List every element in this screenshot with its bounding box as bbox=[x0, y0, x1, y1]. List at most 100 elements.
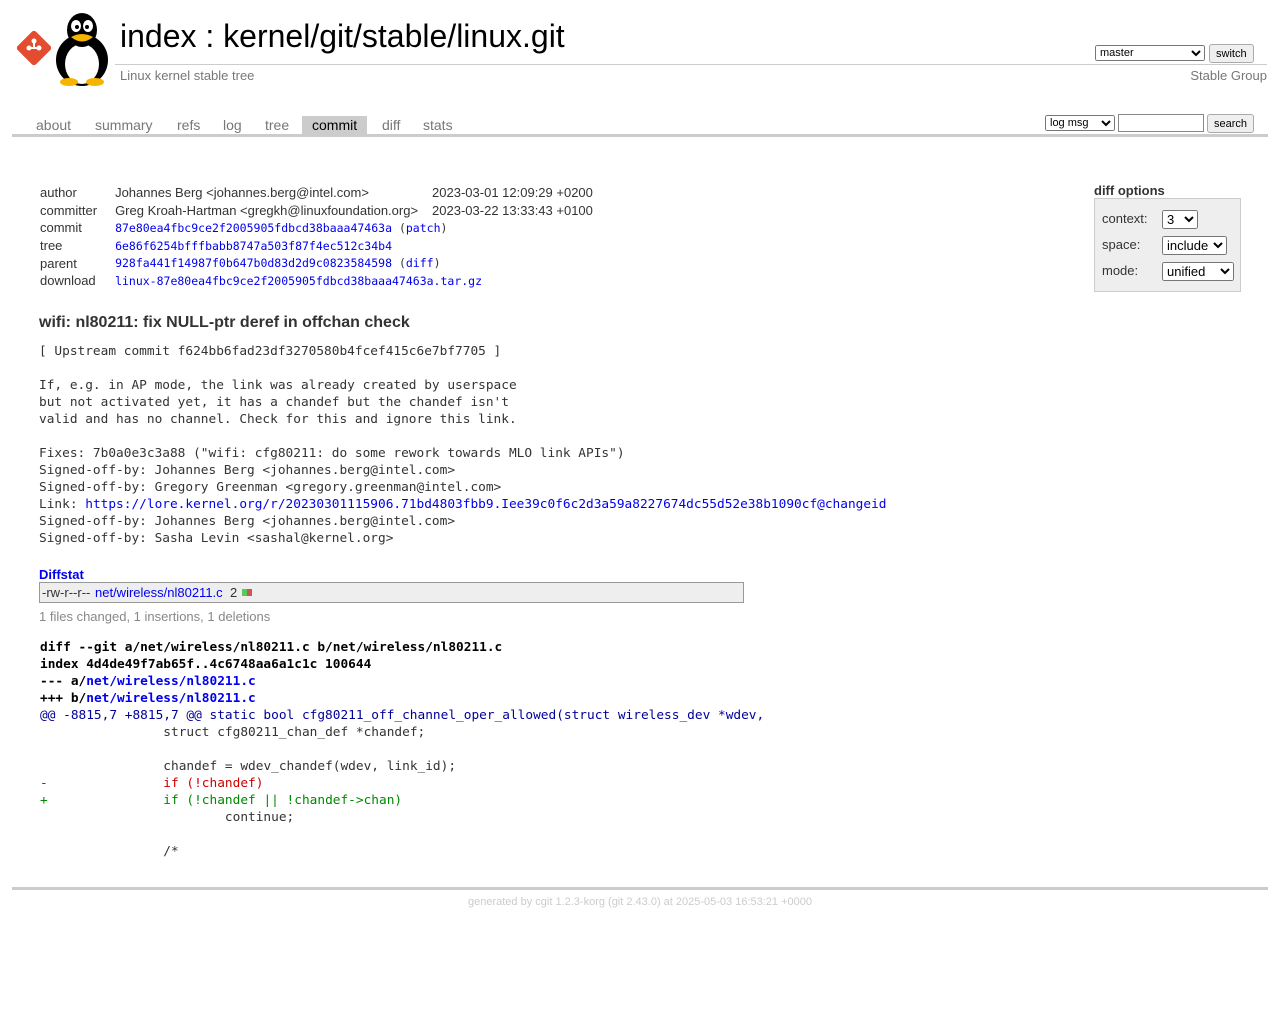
download-cell: linux-87e80ea4fbc9ce2f2005905fdbcd38baaa… bbox=[111, 272, 597, 290]
tree-label: tree bbox=[40, 238, 63, 254]
branch-select[interactable]: master bbox=[1095, 45, 1205, 61]
commit-message-link[interactable]: https://lore.kernel.org/r/20230301115906… bbox=[85, 497, 886, 512]
commit-sha-link[interactable]: 87e80ea4fbc9ce2f2005905fdbcd38baaa47463a bbox=[115, 221, 392, 235]
tux-logo-icon bbox=[16, 13, 108, 86]
mode-select[interactable]: unified bbox=[1162, 262, 1234, 281]
commit-row: commit 87e80ea4fbc9ce2f2005905fdbcd38baa… bbox=[36, 219, 597, 237]
download-label: download bbox=[40, 273, 96, 289]
commit-message-line: but not activated yet, it has a chandef … bbox=[39, 394, 887, 411]
commit-message-text: Signed-off-by: Sasha Levin <sashal@kerne… bbox=[39, 531, 394, 546]
committer-value: Greg Kroah-Hartman <gregkh@linuxfoundati… bbox=[115, 202, 419, 218]
diff-line-text: struct cfg80211_chan_def *chandef; bbox=[40, 725, 426, 740]
diff-line-head: --- a/net/wireless/nl80211.c bbox=[40, 673, 764, 690]
tree-sha-link[interactable]: 6e86f6254bfffbabb8747a503f87f4ec512c34b4 bbox=[115, 239, 392, 253]
parent-sha-cell: 928fa441f14987f0b647b0d83d2d9c0823584598… bbox=[115, 256, 441, 271]
title-index-link[interactable]: index bbox=[120, 18, 197, 54]
diff-file-link[interactable]: net/wireless/nl80211.c bbox=[86, 691, 256, 706]
diff-options-panel: context: 3 space: include mode: unified bbox=[1094, 198, 1241, 292]
commit-sha-cell: 87e80ea4fbc9ce2f2005905fdbcd38baaa47463a… bbox=[115, 220, 448, 235]
diff-line-text: --- a/ bbox=[40, 674, 87, 689]
diff-line-ctx: continue; bbox=[40, 809, 764, 826]
diffstat-summary: 1 files changed, 1 insertions, 1 deletio… bbox=[39, 609, 271, 624]
space-select[interactable]: include bbox=[1162, 236, 1227, 255]
diff-line-text: @@ -8815,7 +8815,7 @@ static bool cfg802… bbox=[40, 708, 765, 723]
diff-line-text bbox=[40, 827, 48, 842]
commit-subject: wifi: nl80211: fix NULL-ptr deref in off… bbox=[39, 314, 410, 331]
diff-line-head: +++ b/net/wireless/nl80211.c bbox=[40, 690, 764, 707]
tree-sha-cell: 6e86f6254bfffbabb8747a503f87f4ec512c34b4 bbox=[111, 237, 597, 255]
commit-message-line: Signed-off-by: Johannes Berg <johannes.b… bbox=[39, 513, 887, 530]
commit-label: commit bbox=[40, 220, 82, 236]
footer-text: generated by cgit 1.2.3-korg (git 2.43.0… bbox=[468, 896, 812, 908]
diff-line-add: + if (!chandef || !chandef->chan) bbox=[40, 792, 764, 809]
diff-line-text: +++ b/ bbox=[40, 691, 87, 706]
commit-message-line: [ Upstream commit f624bb6fad23df3270580b… bbox=[39, 343, 887, 360]
tab-tree[interactable]: tree bbox=[255, 116, 299, 134]
cgit-logo[interactable] bbox=[14, 10, 110, 86]
commit-message-line: Signed-off-by: Gregory Greenman <gregory… bbox=[39, 479, 887, 496]
footer: generated by cgit 1.2.3-korg (git 2.43.0… bbox=[0, 896, 1280, 908]
diff-file-link[interactable]: net/wireless/nl80211.c bbox=[86, 674, 256, 689]
tab-commit[interactable]: commit bbox=[302, 116, 368, 134]
diff-line-text: continue; bbox=[40, 810, 295, 825]
author-label: author bbox=[40, 185, 77, 201]
parent-sha-link[interactable]: 928fa441f14987f0b647b0d83d2d9c0823584598 bbox=[115, 256, 392, 270]
diff-line-text: diff --git a/net/wireless/nl80211.c b/ne… bbox=[40, 640, 503, 655]
space-label: space: bbox=[1102, 237, 1141, 252]
diffstat-file-link[interactable]: net/wireless/nl80211.c bbox=[95, 585, 223, 600]
tab-summary[interactable]: summary bbox=[85, 116, 163, 134]
repo-description: Linux kernel stable tree bbox=[120, 68, 255, 83]
committer-date: 2023-03-22 13:33:43 +0100 bbox=[432, 202, 593, 218]
commit-message-text: but not activated yet, it has a chandef … bbox=[39, 395, 509, 410]
diffstat-change-count: 2 bbox=[230, 585, 238, 600]
repo-owner: Stable Group bbox=[1190, 68, 1267, 83]
diff-line-ctx: /* bbox=[40, 843, 764, 860]
diff-line-text: - if (!chandef) bbox=[40, 776, 264, 791]
tab-refs[interactable]: refs bbox=[167, 116, 210, 134]
commit-message-text: valid and has no channel. Check for this… bbox=[39, 412, 517, 427]
committer-row: committer Greg Kroah-Hartman <gregkh@lin… bbox=[36, 202, 597, 220]
diff-line-text: /* bbox=[40, 844, 179, 859]
diff-line-hunk: @@ -8815,7 +8815,7 @@ static bool cfg802… bbox=[40, 707, 764, 724]
author-date: 2023-03-01 12:09:29 +0200 bbox=[432, 185, 593, 201]
title-repo-link[interactable]: kernel/git/stable/linux.git bbox=[223, 18, 565, 54]
commit-message-line bbox=[39, 428, 887, 445]
diff-view: diff --git a/net/wireless/nl80211.c b/ne… bbox=[40, 639, 764, 860]
tab-diff[interactable]: diff bbox=[372, 116, 410, 134]
commit-message-text: Signed-off-by: Johannes Berg <johannes.b… bbox=[39, 463, 456, 478]
file-mode: -rw-r--r-- bbox=[42, 585, 91, 600]
diff-line-text: chandef = wdev_chandef(wdev, link_id); bbox=[40, 759, 457, 774]
diff-line-ctx: struct cfg80211_chan_def *chandef; bbox=[40, 724, 764, 741]
search-input[interactable] bbox=[1118, 114, 1204, 132]
commit-message-text: Signed-off-by: Gregory Greenman <gregory… bbox=[39, 480, 502, 495]
search-scope-select[interactable]: log msg bbox=[1045, 115, 1115, 131]
diff-line-del: - if (!chandef) bbox=[40, 775, 764, 792]
committer-label: committer bbox=[40, 202, 98, 218]
diff-line-text bbox=[40, 742, 48, 757]
diffstat-header-link[interactable]: Diffstat bbox=[39, 567, 84, 582]
commit-message-line: Fixes: 7b0a0e3c3a88 ("wifi: cfg80211: do… bbox=[39, 445, 887, 462]
commit-message-line: Signed-off-by: Johannes Berg <johannes.b… bbox=[39, 462, 887, 479]
mode-label: mode: bbox=[1102, 263, 1139, 278]
tab-about[interactable]: about bbox=[26, 116, 81, 134]
download-link[interactable]: linux-87e80ea4fbc9ce2f2005905fdbcd38baaa… bbox=[115, 274, 482, 288]
diff-line-ctx bbox=[40, 741, 764, 758]
diff-line-ctx bbox=[40, 826, 764, 843]
context-select[interactable]: 3 bbox=[1162, 210, 1198, 229]
commit-message-text: Link: bbox=[39, 497, 86, 512]
tab-log[interactable]: log bbox=[213, 116, 252, 134]
author-value: Johannes Berg <johannes.berg@intel.com> bbox=[115, 185, 369, 201]
parent-row: parent 928fa441f14987f0b647b0d83d2d9c082… bbox=[36, 254, 597, 272]
commit-message-line bbox=[39, 360, 887, 377]
diffstat-table: -rw-r--r-- net/wireless/nl80211.c 2 bbox=[39, 582, 744, 603]
parent-label: parent bbox=[40, 255, 77, 271]
tree-row: tree 6e86f6254bfffbabb8747a503f87f4ec512… bbox=[36, 237, 597, 255]
commit-message-line: Link: https://lore.kernel.org/r/20230301… bbox=[39, 496, 887, 513]
commit-message-line: valid and has no channel. Check for this… bbox=[39, 411, 887, 428]
tab-stats[interactable]: stats bbox=[413, 116, 463, 134]
diff-line-head: diff --git a/net/wireless/nl80211.c b/ne… bbox=[40, 639, 764, 656]
switch-branch-button[interactable]: switch bbox=[1209, 44, 1254, 63]
patch-link[interactable]: patch bbox=[406, 221, 441, 235]
search-button[interactable]: search bbox=[1207, 114, 1255, 133]
parent-diff-link[interactable]: diff bbox=[406, 256, 434, 270]
